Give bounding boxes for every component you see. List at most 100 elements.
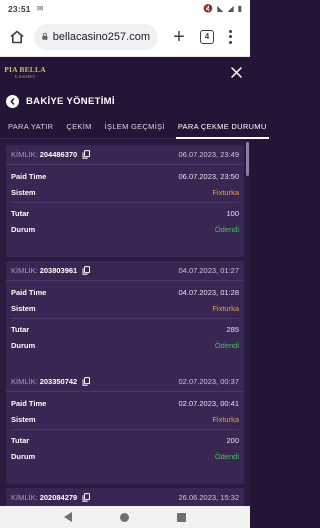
menu-dot-icon bbox=[228, 29, 232, 33]
transaction-date: 02.07.2023, 00:37 bbox=[178, 377, 239, 386]
system-value: Fixturka bbox=[212, 414, 239, 424]
amount-value: 100 bbox=[226, 208, 239, 218]
tabs: PARA YATIR ÇEKİM İŞLEM GEÇMİŞİ PARA ÇEKM… bbox=[0, 115, 269, 139]
close-button[interactable] bbox=[228, 64, 244, 80]
amount-value: 285 bbox=[226, 324, 239, 334]
amount-row: Tutar 200 bbox=[6, 432, 244, 448]
status-bar: 23:51 ✉ 🔇 ◣ ◢ ▮ bbox=[0, 0, 250, 17]
status-row: Durum Ödendi bbox=[6, 221, 244, 237]
system-row: Sistem Fixturka bbox=[6, 300, 244, 316]
tab-history[interactable]: İŞLEM GEÇMİŞİ bbox=[103, 115, 167, 139]
status-label: Durum bbox=[11, 340, 36, 350]
system-label: Sistem bbox=[11, 303, 36, 313]
paid-time-value: 06.07.2023, 23:50 bbox=[178, 171, 239, 181]
menu-dot-icon bbox=[228, 35, 232, 38]
amount-label: Tutar bbox=[11, 324, 30, 334]
id-label: KİMLİK: bbox=[11, 493, 38, 502]
transaction-date: 04.07.2023, 01:27 bbox=[178, 266, 239, 275]
transaction-card: KİMLİK: 203350742 02.07.2023, 00:37 Paid… bbox=[6, 372, 244, 484]
status-label: Durum bbox=[11, 224, 36, 234]
divider bbox=[11, 318, 239, 319]
scrollbar[interactable] bbox=[246, 142, 249, 176]
nav-recents-button[interactable] bbox=[177, 512, 186, 522]
logo-subtext: CASINO bbox=[14, 74, 36, 79]
paid-time-label: Paid Time bbox=[11, 171, 47, 181]
page-title: BAKİYE YÖNETİMİ bbox=[26, 95, 115, 107]
home-button[interactable] bbox=[6, 26, 28, 48]
site-header: PIA BELLA CASINO bbox=[0, 57, 250, 87]
mute-icon: 🔇 bbox=[203, 4, 214, 13]
transaction-date: 06.07.2023, 23:49 bbox=[178, 150, 239, 159]
browser-toolbar: bellacasino257.com + 4 bbox=[0, 17, 250, 57]
transaction-card: KİMLİK: 202084279 26.06.2023, 15:32 bbox=[6, 488, 244, 506]
logo-text: PIA BELLA bbox=[4, 65, 46, 74]
status-value: Ödendi bbox=[214, 340, 239, 350]
system-row: Sistem Fixturka bbox=[6, 184, 244, 200]
wifi-icon: ◣ bbox=[217, 4, 224, 13]
tab-deposit[interactable]: PARA YATIR bbox=[6, 115, 55, 139]
paid-time-value: 04.07.2023, 01:28 bbox=[178, 287, 239, 297]
amount-label: Tutar bbox=[11, 435, 30, 445]
transaction-id: 202084279 bbox=[39, 493, 78, 502]
tab-switcher-button[interactable]: 4 bbox=[200, 29, 214, 44]
copy-icon[interactable] bbox=[82, 150, 91, 159]
amount-row: Tutar 100 bbox=[6, 205, 244, 221]
plus-icon: + bbox=[173, 25, 185, 48]
id-label: KİMLİK: bbox=[11, 150, 38, 159]
paid-time-label: Paid Time bbox=[11, 398, 47, 408]
site-logo[interactable]: PIA BELLA CASINO bbox=[4, 59, 46, 85]
address-bar[interactable]: bellacasino257.com bbox=[34, 23, 158, 50]
status-row: Durum Ödendi bbox=[6, 337, 244, 353]
browser-menu-button[interactable] bbox=[226, 26, 234, 48]
new-tab-button[interactable]: + bbox=[170, 26, 188, 48]
battery-icon: ▮ bbox=[237, 4, 242, 13]
menu-dot-icon bbox=[228, 40, 232, 44]
id-label: KİMLİK: bbox=[11, 377, 38, 386]
back-button[interactable] bbox=[6, 94, 19, 108]
message-icon: ✉ bbox=[36, 4, 44, 13]
signal-icon: ◢ bbox=[227, 4, 234, 13]
status-time: 23:51 bbox=[8, 3, 31, 14]
transaction-card-header: KİMLİK: 204486370 06.07.2023, 23:49 bbox=[6, 145, 244, 165]
tab-withdraw[interactable]: ÇEKİM bbox=[64, 115, 93, 139]
paid-time-row: Paid Time 02.07.2023, 00:41 bbox=[6, 395, 244, 411]
system-nav-bar bbox=[0, 506, 250, 528]
copy-icon[interactable] bbox=[82, 493, 91, 502]
transaction-date: 26.06.2023, 15:32 bbox=[178, 493, 239, 502]
paid-time-row: Paid Time 06.07.2023, 23:50 bbox=[6, 168, 244, 184]
transaction-list[interactable]: KİMLİK: 204486370 06.07.2023, 23:49 Paid… bbox=[0, 140, 250, 506]
status-value: Ödendi bbox=[214, 224, 239, 234]
copy-icon[interactable] bbox=[82, 377, 91, 386]
system-value: Fixturka bbox=[212, 187, 239, 197]
title-row: BAKİYE YÖNETİMİ bbox=[0, 87, 250, 115]
transaction-card-header: KİMLİK: 202084279 26.06.2023, 15:32 bbox=[6, 488, 244, 506]
id-label: KİMLİK: bbox=[11, 266, 38, 275]
paid-time-row: Paid Time 04.07.2023, 01:28 bbox=[6, 284, 244, 300]
tab-withdrawal-status[interactable]: PARA ÇEKME DURUMU bbox=[175, 115, 269, 139]
status-icons: 🔇 ◣ ◢ ▮ bbox=[203, 4, 242, 13]
transaction-id: 203803961 bbox=[39, 266, 78, 275]
amount-label: Tutar bbox=[11, 208, 30, 218]
status-row: Durum Ödendi bbox=[6, 448, 244, 464]
close-icon bbox=[230, 66, 242, 78]
url-text: bellacasino257.com bbox=[52, 30, 150, 43]
amount-row: Tutar 285 bbox=[6, 321, 244, 337]
system-row: Sistem Fixturka bbox=[6, 411, 244, 427]
divider bbox=[11, 202, 239, 203]
divider bbox=[11, 429, 239, 430]
status-value: Ödendi bbox=[214, 451, 239, 461]
lock-icon bbox=[42, 33, 48, 40]
nav-home-button[interactable] bbox=[120, 512, 129, 522]
transaction-card: KİMLİK: 204486370 06.07.2023, 23:49 Paid… bbox=[6, 145, 244, 257]
amount-value: 200 bbox=[226, 435, 239, 445]
system-label: Sistem bbox=[11, 187, 36, 197]
copy-icon[interactable] bbox=[82, 266, 91, 275]
transaction-card-header: KİMLİK: 203803961 04.07.2023, 01:27 bbox=[6, 261, 244, 281]
paid-time-value: 02.07.2023, 00:41 bbox=[178, 398, 239, 408]
system-label: Sistem bbox=[11, 414, 36, 424]
status-label: Durum bbox=[11, 451, 36, 461]
transaction-card-header: KİMLİK: 203350742 02.07.2023, 00:37 bbox=[6, 372, 244, 392]
paid-time-label: Paid Time bbox=[11, 287, 47, 297]
transaction-card: KİMLİK: 203803961 04.07.2023, 01:27 Paid… bbox=[6, 261, 244, 373]
nav-back-button[interactable] bbox=[64, 512, 72, 522]
